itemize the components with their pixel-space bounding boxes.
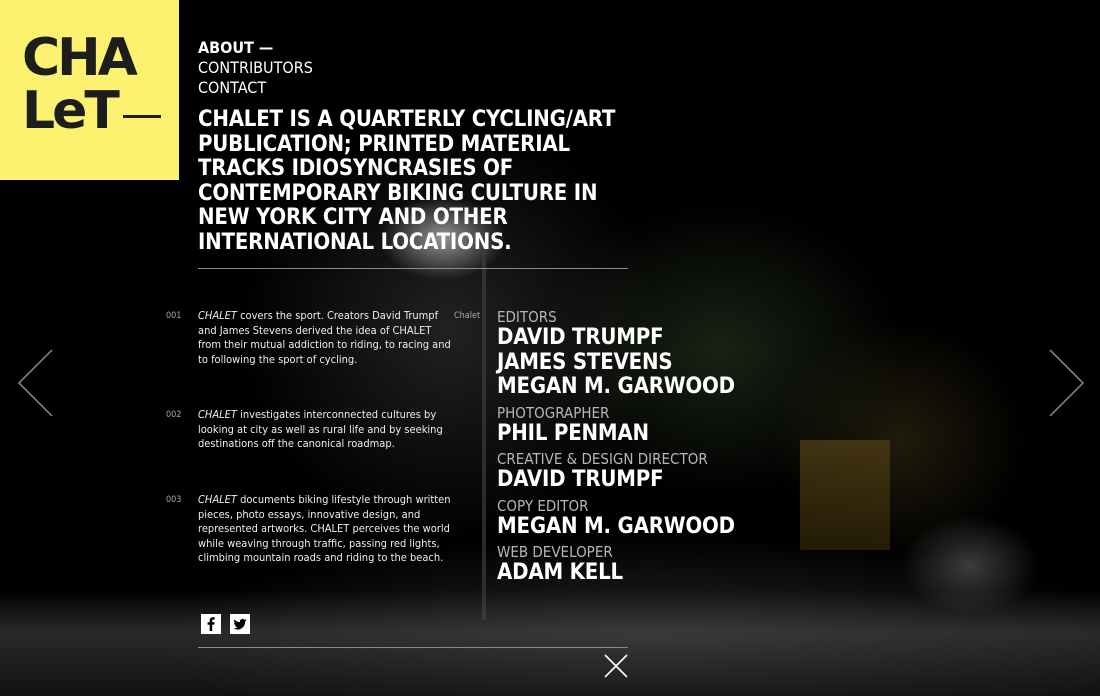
credit-web-developer: WEB DEVELOPER ADAM KELL (497, 544, 735, 586)
logo-line-1: CHA (22, 28, 138, 88)
street-lamp (482, 240, 486, 620)
section-brand: CHALET (198, 408, 237, 421)
section-number: 003 (166, 495, 182, 505)
credits-list: EDITORS DAVID TRUMPF JAMES STEVENS MEGAN… (497, 309, 735, 591)
nav-contact[interactable]: CONTACT (198, 78, 313, 98)
credit-name: MEGAN M. GARWOOD (497, 374, 735, 399)
section-text: CHALET documents biking lifestyle throug… (198, 493, 454, 566)
main-nav: ABOUT — CONTRIBUTORS CONTACT (198, 38, 313, 98)
credit-creative-director: CREATIVE & DESIGN DIRECTOR DAVID TRUMPF (497, 451, 735, 493)
logo-dash (123, 115, 161, 118)
close-icon[interactable] (604, 654, 628, 678)
section-number: 002 (166, 410, 182, 420)
chalet-logo[interactable]: CHA LeT (0, 0, 179, 180)
twitter-icon[interactable] (230, 614, 250, 634)
top-divider (198, 268, 628, 269)
credit-name: PHIL PENMAN (497, 420, 649, 446)
credit-role: PHOTOGRAPHER (497, 403, 610, 422)
credit-name: ADAM KELL (497, 560, 623, 585)
nav-contributors[interactable]: CONTRIBUTORS (198, 58, 313, 78)
side-label: Chalet (454, 311, 481, 321)
facebook-icon[interactable] (201, 614, 221, 634)
nav-about[interactable]: ABOUT — (198, 38, 313, 58)
credit-name: DAVID TRUMPF (497, 325, 664, 350)
section-brand: CHALET (198, 309, 237, 322)
credit-photographer: PHOTOGRAPHER PHIL PENMAN (497, 403, 735, 447)
bottom-divider (198, 647, 628, 648)
credit-copy-editor: COPY EDITOR MEGAN M. GARWOOD (497, 496, 735, 540)
section-brand: CHALET (198, 493, 237, 506)
tagline: CHALET IS A QUARTERLY CYCLING/ART PUBLIC… (198, 107, 616, 255)
section-number: 001 (166, 311, 182, 321)
section-text: CHALET covers the sport. Creators David … (198, 309, 454, 367)
credit-role: COPY EDITOR (497, 496, 589, 515)
social-links (201, 614, 250, 634)
house (800, 440, 890, 550)
credit-editors: EDITORS DAVID TRUMPF JAMES STEVENS MEGAN… (497, 309, 735, 400)
logo-line-2: LeT (22, 81, 120, 141)
credit-role: WEB DEVELOPER (497, 543, 613, 561)
chevron-left-icon[interactable] (16, 348, 56, 418)
credit-role: CREATIVE & DESIGN DIRECTOR (497, 450, 708, 468)
credit-name: JAMES STEVENS (497, 349, 673, 375)
credit-role: EDITORS (497, 308, 557, 326)
credit-name: MEGAN M. GARWOOD (497, 513, 735, 539)
cyclists (900, 515, 1040, 615)
credit-name: DAVID TRUMPF (497, 467, 664, 492)
chevron-right-icon[interactable] (1046, 348, 1086, 418)
section-text: CHALET investigates interconnected cultu… (198, 408, 454, 452)
